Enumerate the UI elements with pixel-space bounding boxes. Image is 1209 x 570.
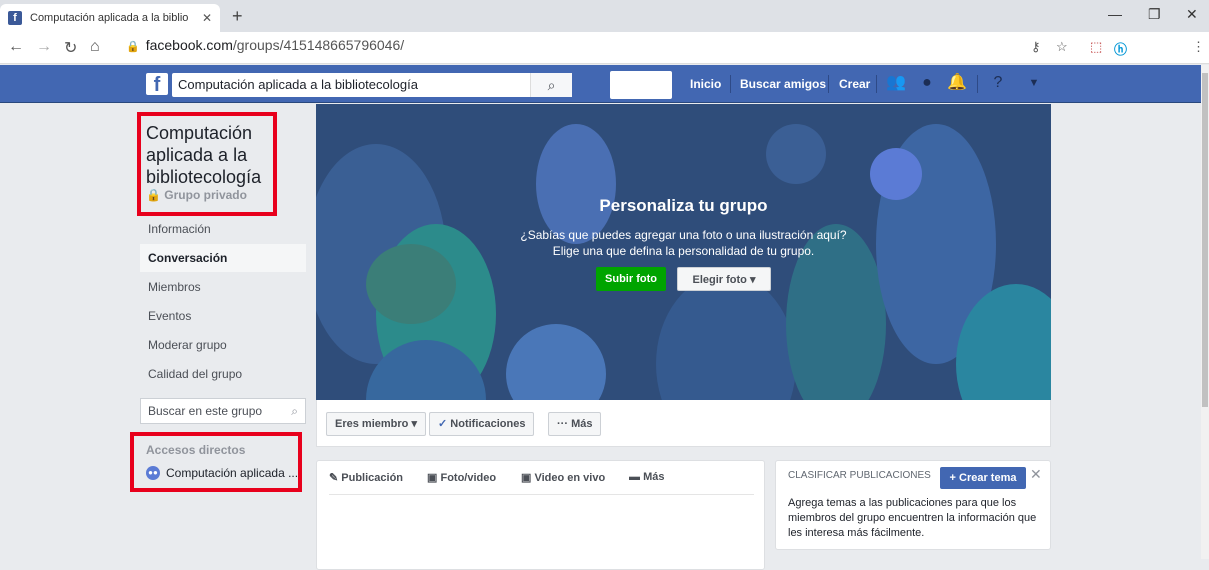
search-icon[interactable]: ⌕ — [530, 73, 572, 97]
tab-label: Foto/video — [440, 472, 497, 484]
member-dropdown-button[interactable]: Eres miembro ▾ — [326, 412, 426, 436]
home-icon[interactable]: ⌂ — [90, 38, 100, 56]
divider — [876, 75, 877, 93]
choose-photo-button[interactable]: Elegir foto ▾ — [677, 267, 771, 291]
group-action-bar: Eres miembro ▾ ✓ Notificaciones ··· Más — [316, 400, 1051, 447]
chevron-down-icon: ▾ — [749, 274, 756, 286]
menu-icon[interactable]: ⋮ — [1192, 39, 1205, 55]
red-highlight-box — [137, 112, 277, 216]
forward-icon[interactable]: → — [36, 38, 52, 56]
cover-subtitle-2: Elige una que defina la personalidad de … — [552, 244, 815, 258]
pencil-icon: ✎ — [329, 472, 339, 484]
composer-tab-video-en-vivo[interactable]: ▣ Video en vivo — [521, 471, 605, 484]
more-icon: ▬ — [629, 471, 640, 483]
nav-moderar-grupo[interactable]: Moderar grupo — [140, 331, 306, 359]
url-path: /groups/415148665796046/ — [232, 37, 405, 53]
nav-miembros[interactable]: Miembros — [140, 273, 306, 301]
nav-crear[interactable]: Crear — [839, 77, 870, 91]
ellipsis-icon: ··· — [557, 418, 568, 430]
member-label: Eres miembro — [335, 418, 409, 430]
create-topic-button[interactable]: + Crear tema — [940, 467, 1026, 489]
topics-card: CLASIFICAR PUBLICACIONES + Crear tema ✕ … — [775, 460, 1051, 550]
url-domain: facebook.com — [145, 37, 233, 53]
url-field[interactable]: 🔒 facebook.com/groups/415148665796046/ — [126, 37, 404, 53]
red-highlight-box — [130, 432, 302, 492]
cover-illustration: Personaliza tu grupo ¿Sabías que puedes … — [316, 104, 1051, 400]
live-video-icon: ▣ — [521, 472, 532, 484]
more-label: Más — [571, 418, 593, 430]
notifications-label: Notificaciones — [450, 418, 526, 430]
scrollbar-thumb[interactable] — [1202, 73, 1208, 407]
nav-conversacion[interactable]: Conversación — [140, 244, 306, 272]
close-icon[interactable]: ✕ — [1030, 466, 1042, 483]
group-search-input[interactable]: Buscar en este grupo ⌕ — [140, 398, 306, 424]
divider — [329, 494, 754, 495]
nav-informacion[interactable]: Información — [140, 215, 306, 243]
lock-icon: 🔒 — [126, 41, 140, 53]
nav-calidad-grupo[interactable]: Calidad del grupo — [140, 360, 306, 388]
facebook-logo-icon[interactable]: f — [146, 73, 168, 96]
divider — [828, 75, 829, 93]
pdf-extension-icon[interactable]: ⬚ — [1090, 39, 1102, 55]
more-button[interactable]: ··· Más — [548, 412, 602, 436]
facebook-header: f Computación aplicada a la bibliotecolo… — [0, 65, 1201, 103]
close-tab-icon[interactable]: ✕ — [202, 11, 212, 25]
help-icon[interactable]: ? — [988, 73, 1008, 93]
facebook-favicon-icon: f — [8, 11, 22, 25]
topics-title: CLASIFICAR PUBLICACIONES — [788, 470, 931, 481]
nav-inicio[interactable]: Inicio — [690, 77, 721, 91]
back-icon[interactable]: ← — [8, 38, 24, 56]
topics-description: Agrega temas a las publicaciones para qu… — [788, 497, 1037, 539]
nav-eventos[interactable]: Eventos — [140, 302, 306, 330]
nav-buscar-amigos[interactable]: Buscar amigos — [740, 77, 826, 91]
browser-tab-bar: f Computación aplicada a la biblio ✕ + —… — [0, 0, 1209, 32]
key-icon[interactable]: ⚷ — [1031, 39, 1041, 55]
new-tab-icon[interactable]: + — [232, 6, 243, 27]
notifications-button[interactable]: ✓ Notificaciones — [429, 412, 535, 436]
cover-subtitle-1: ¿Sabías que puedes agregar una foto o un… — [520, 228, 847, 242]
photo-icon: ▣ — [427, 472, 438, 484]
post-composer: ✎ Publicación ▣ Foto/video ▣ Video en vi… — [316, 460, 765, 570]
account-menu-chevron-down-icon[interactable]: ▼ — [1024, 73, 1044, 93]
messenger-icon[interactable]: ● — [917, 73, 937, 93]
reload-icon[interactable]: ↻ — [64, 38, 77, 58]
divider — [977, 75, 978, 93]
search-icon: ⌕ — [291, 404, 298, 418]
choose-photo-label: Elegir foto — [692, 274, 747, 286]
chevron-down-icon: ▾ — [411, 418, 417, 430]
tab-label: Video en vivo — [534, 472, 606, 484]
group-search-placeholder: Buscar en este grupo — [148, 404, 263, 418]
composer-tab-publicacion[interactable]: ✎ Publicación — [329, 471, 403, 484]
profile-link[interactable] — [610, 71, 672, 99]
facebook-search-input[interactable]: Computación aplicada a la bibliotecologí… — [172, 73, 572, 97]
composer-tab-foto-video[interactable]: ▣ Foto/video — [427, 471, 496, 484]
upload-photo-button[interactable]: Subir foto — [596, 267, 666, 291]
close-window-icon[interactable]: ✕ — [1186, 6, 1198, 23]
hp-extension-icon[interactable]: ⓗ — [1114, 39, 1127, 58]
scrollbar[interactable] — [1201, 65, 1209, 559]
notifications-bell-icon[interactable]: 🔔 — [947, 73, 967, 93]
star-icon[interactable]: ☆ — [1056, 39, 1068, 55]
address-bar: ← → ↻ ⌂ 🔒 facebook.com/groups/41514866579… — [0, 32, 1209, 64]
tab-label: Más — [643, 471, 665, 483]
restore-icon[interactable]: ❐ — [1148, 6, 1161, 23]
divider — [730, 75, 731, 93]
cover-title: Personaliza tu grupo — [599, 196, 768, 215]
tab-label: Publicación — [341, 472, 404, 484]
minimize-icon[interactable]: — — [1108, 6, 1122, 22]
tab-title: Computación aplicada a la biblio — [30, 12, 189, 24]
friend-requests-icon[interactable]: 👥 — [886, 73, 906, 93]
checkmark-icon: ✓ — [438, 418, 448, 430]
browser-tab[interactable]: f Computación aplicada a la biblio ✕ — [0, 4, 220, 32]
composer-tab-mas[interactable]: ▬ Más — [629, 471, 664, 483]
